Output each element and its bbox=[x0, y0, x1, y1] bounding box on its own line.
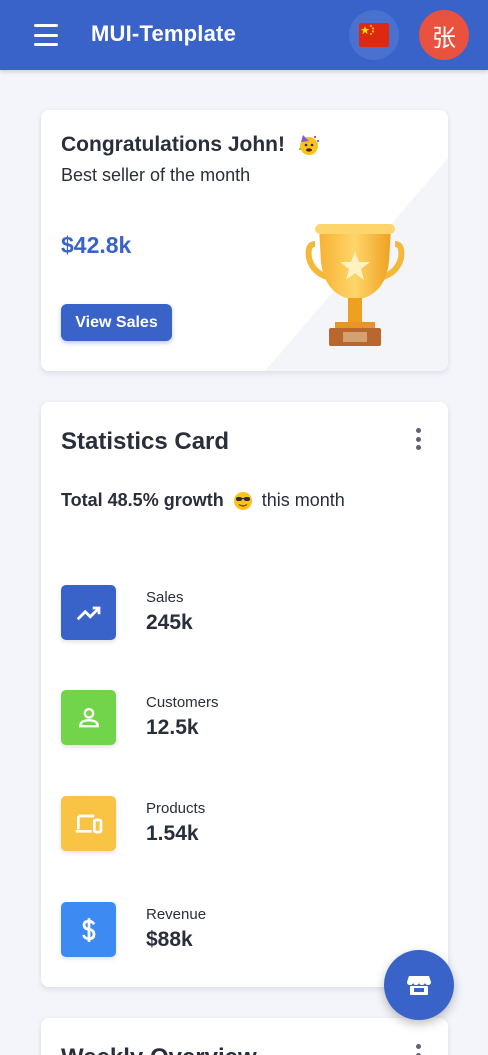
menu-icon[interactable] bbox=[34, 24, 58, 46]
more-options-icon[interactable] bbox=[411, 1044, 425, 1055]
stat-value: 12.5k bbox=[146, 716, 199, 739]
avatar[interactable]: 张 bbox=[419, 10, 469, 60]
stat-value: 1.54k bbox=[146, 822, 199, 845]
dollar-icon bbox=[61, 902, 116, 957]
trending-up-icon bbox=[61, 585, 116, 640]
stat-customers: Customers 12.5k bbox=[61, 690, 421, 745]
sales-amount: $42.8k bbox=[61, 232, 132, 258]
sunglasses-face-icon bbox=[233, 492, 252, 511]
stat-products: Products 1.54k bbox=[61, 796, 421, 851]
view-sales-button[interactable]: View Sales bbox=[61, 304, 172, 341]
weekly-overview-card: Weekly Overview bbox=[41, 1018, 448, 1055]
stat-revenue: Revenue $88k bbox=[61, 902, 421, 957]
growth-summary: Total 48.5% growth this month bbox=[61, 490, 345, 511]
stat-label: Customers bbox=[146, 694, 219, 711]
language-button[interactable] bbox=[349, 10, 399, 60]
congratulations-subtitle: Best seller of the month bbox=[61, 165, 251, 185]
stat-value: $88k bbox=[146, 928, 193, 951]
more-options-icon[interactable] bbox=[411, 428, 425, 450]
stat-value: 245k bbox=[146, 611, 193, 634]
statistics-card: Statistics Card Total 48.5% growth this … bbox=[41, 402, 448, 987]
congratulations-title: Congratulations John! bbox=[61, 133, 321, 157]
party-face-icon bbox=[298, 135, 319, 156]
app-title: MUI-Template bbox=[91, 21, 237, 46]
growth-suffix: this month bbox=[261, 490, 345, 510]
storefront-fab-button[interactable] bbox=[384, 950, 454, 1020]
app-bar: MUI-Template 张 bbox=[0, 0, 488, 70]
stat-label: Sales bbox=[146, 589, 184, 606]
stat-label: Products bbox=[146, 800, 206, 817]
stat-label: Revenue bbox=[146, 906, 207, 923]
statistics-title: Statistics Card bbox=[61, 428, 230, 455]
china-flag-icon bbox=[359, 23, 389, 47]
storefront-icon bbox=[407, 976, 431, 995]
stat-sales: Sales 245k bbox=[61, 585, 421, 640]
trophy-icon bbox=[305, 224, 405, 346]
devices-icon bbox=[61, 796, 116, 851]
person-icon bbox=[61, 690, 116, 745]
weekly-overview-title: Weekly Overview bbox=[61, 1044, 257, 1055]
growth-highlight: Total 48.5% growth bbox=[61, 490, 224, 510]
congratulations-card: Congratulations John! Best seller of the… bbox=[41, 110, 448, 371]
congratulations-text: Congratulations John! bbox=[61, 133, 285, 156]
